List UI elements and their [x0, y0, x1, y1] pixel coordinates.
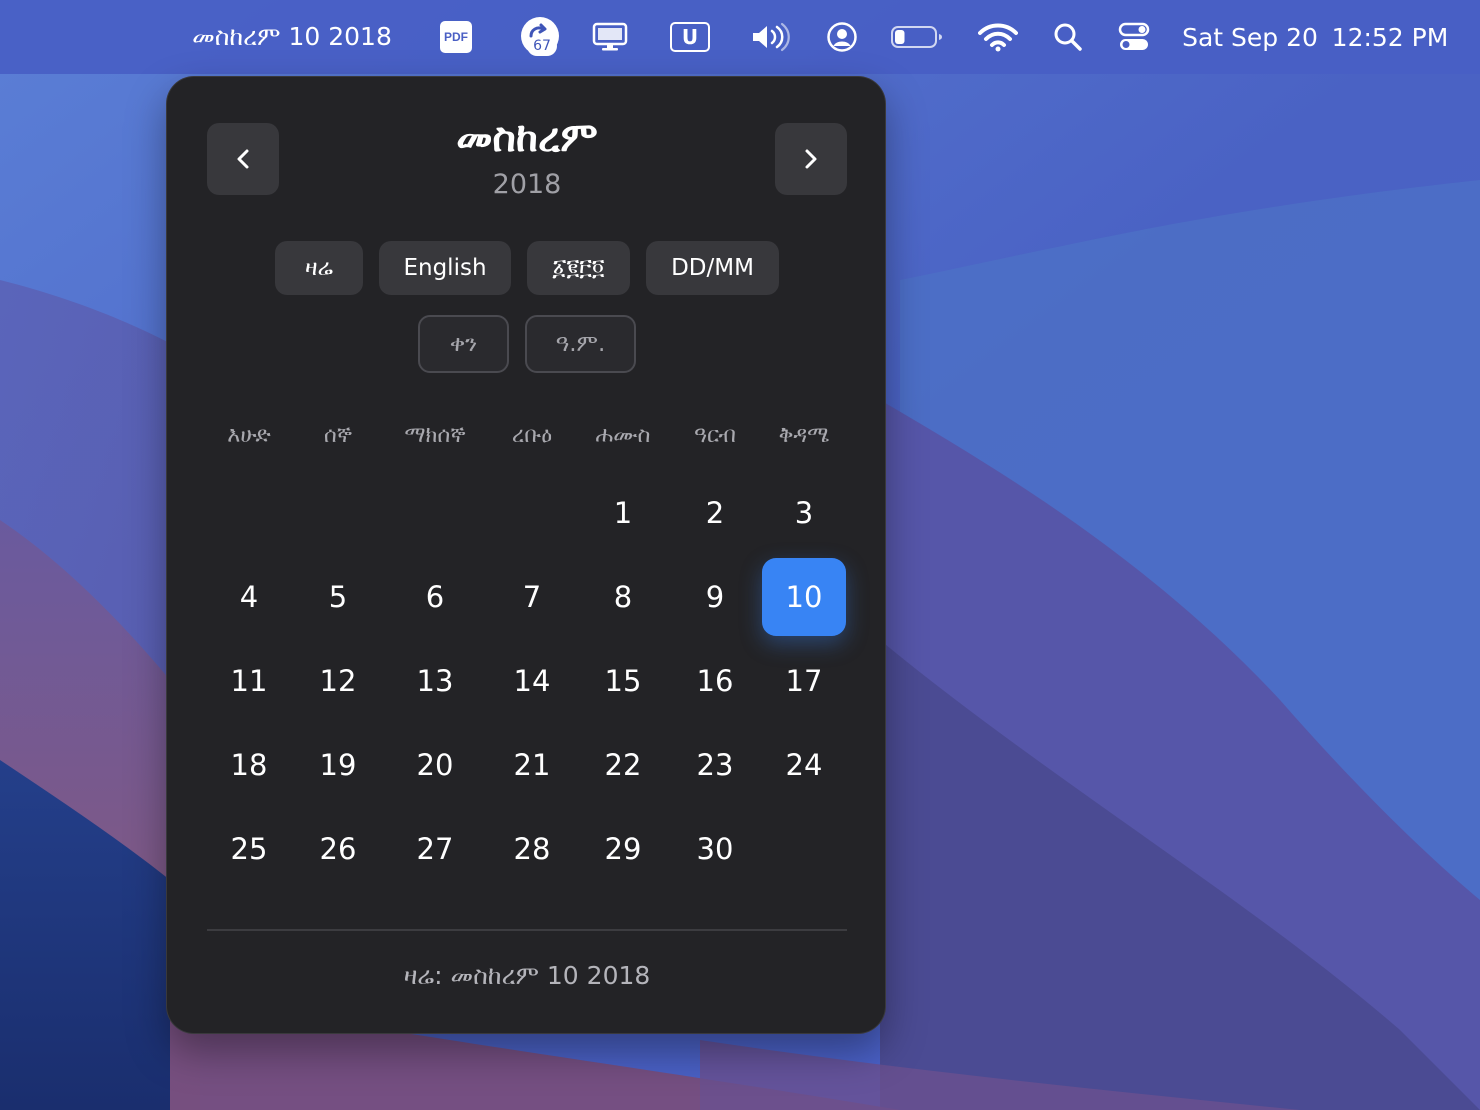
day-cell[interactable]: 7 — [490, 558, 574, 636]
day-cell[interactable]: 17 — [762, 642, 846, 720]
day-cell[interactable]: 22 — [581, 726, 665, 804]
weekday-label: ረቡዕ — [511, 423, 553, 448]
next-month-button[interactable] — [775, 123, 847, 195]
control-center-menu-item[interactable] — [1112, 0, 1156, 74]
day-cell[interactable]: 16 — [673, 642, 757, 720]
cloud-sync-menu-item[interactable]: 67 — [514, 0, 566, 74]
user-account-menu-item[interactable] — [822, 0, 862, 74]
day-cell[interactable]: 21 — [490, 726, 574, 804]
day-cell[interactable]: 23 — [673, 726, 757, 804]
year-label: 2018 — [492, 169, 562, 200]
search-icon — [1054, 23, 1082, 51]
weekday-label: ዓርብ — [694, 423, 736, 448]
ethiopian-date-label: መስከረም 10 2018 — [192, 22, 392, 51]
menu-bar-date[interactable]: Sat Sep 20 — [1180, 0, 1320, 74]
volume-menu-item[interactable] — [746, 0, 796, 74]
spotlight-search-menu-item[interactable] — [1048, 0, 1088, 74]
day-toggle-button[interactable]: ቀን — [418, 315, 509, 373]
calendar-popover: መስከረም 2018 ዛሬ English ፩፪፫፬ DD/MM ቀን ዓ.ም.… — [166, 76, 886, 1034]
day-cell[interactable]: 20 — [393, 726, 477, 804]
day-cell[interactable]: 4 — [207, 558, 291, 636]
day-cell[interactable]: 25 — [207, 810, 291, 888]
battery-icon — [891, 26, 942, 48]
day-cell[interactable]: 11 — [207, 642, 291, 720]
day-cell[interactable]: 13 — [393, 642, 477, 720]
date-format-button[interactable]: DD/MM — [646, 241, 779, 295]
day-cell[interactable]: 1 — [581, 474, 665, 552]
weekday-label: ሰኞ — [323, 423, 353, 448]
month-title: መስከረም — [456, 115, 598, 161]
day-cell[interactable]: 3 — [762, 474, 846, 552]
day-cell[interactable]: 12 — [296, 642, 380, 720]
cloud-sync-icon: 67 — [517, 14, 563, 60]
battery-menu-item[interactable] — [888, 0, 946, 74]
era-toggle-button[interactable]: ዓ.ም. — [525, 315, 636, 373]
day-cell-today[interactable]: 10 — [762, 558, 846, 636]
display-menu-item[interactable] — [588, 0, 632, 74]
english-toggle-button[interactable]: English — [379, 241, 511, 295]
weekday-label: እሁድ — [227, 423, 271, 448]
day-cell[interactable]: 6 — [393, 558, 477, 636]
wifi-menu-item[interactable] — [976, 0, 1020, 74]
cloud-sync-count: 67 — [527, 36, 557, 56]
weekday-label: ቅዳሜ — [778, 423, 830, 448]
menu-bar-time[interactable]: 12:52 PM — [1330, 0, 1450, 74]
day-cell[interactable]: 2 — [673, 474, 757, 552]
day-cell[interactable]: 27 — [393, 810, 477, 888]
day-cell[interactable]: 26 — [296, 810, 380, 888]
pdf-icon: PDF — [440, 21, 472, 53]
divider — [207, 929, 847, 931]
user-account-icon — [827, 22, 857, 52]
weekday-label: ማክሰኞ — [404, 423, 466, 448]
geez-numerals-button[interactable]: ፩፪፫፬ — [527, 241, 630, 295]
day-cell[interactable]: 19 — [296, 726, 380, 804]
day-cell[interactable]: 8 — [581, 558, 665, 636]
control-center-icon — [1118, 22, 1150, 50]
date-label: Sat Sep 20 — [1182, 22, 1318, 52]
time-label: 12:52 PM — [1331, 22, 1449, 52]
day-cell[interactable]: 14 — [490, 642, 574, 720]
day-cell[interactable]: 18 — [207, 726, 291, 804]
day-cell[interactable]: 28 — [490, 810, 574, 888]
wifi-icon — [978, 23, 1018, 52]
display-icon — [592, 22, 628, 51]
day-cell[interactable]: 30 — [673, 810, 757, 888]
day-cell[interactable]: 5 — [296, 558, 380, 636]
chevron-left-icon — [237, 149, 249, 169]
ethiopian-date-menu-item[interactable]: መስከረም 10 2018 — [178, 0, 406, 74]
day-cell[interactable]: 29 — [581, 810, 665, 888]
chevron-right-icon — [805, 149, 817, 169]
day-cell[interactable]: 15 — [581, 642, 665, 720]
u-menu-item[interactable]: U — [666, 0, 714, 74]
today-footer: ዛሬ: መስከረም 10 2018 — [403, 961, 651, 990]
menu-bar: መስከረም 10 2018 PDF 67 U Sat Sep 20 12:52 … — [0, 0, 1480, 74]
volume-icon — [753, 22, 790, 52]
day-cell[interactable]: 9 — [673, 558, 757, 636]
pdf-menu-item[interactable]: PDF — [436, 0, 476, 74]
today-button[interactable]: ዛሬ — [275, 241, 363, 295]
weekday-label: ሐሙስ — [595, 423, 651, 448]
u-icon: U — [670, 22, 710, 52]
previous-month-button[interactable] — [207, 123, 279, 195]
day-cell[interactable]: 24 — [762, 726, 846, 804]
